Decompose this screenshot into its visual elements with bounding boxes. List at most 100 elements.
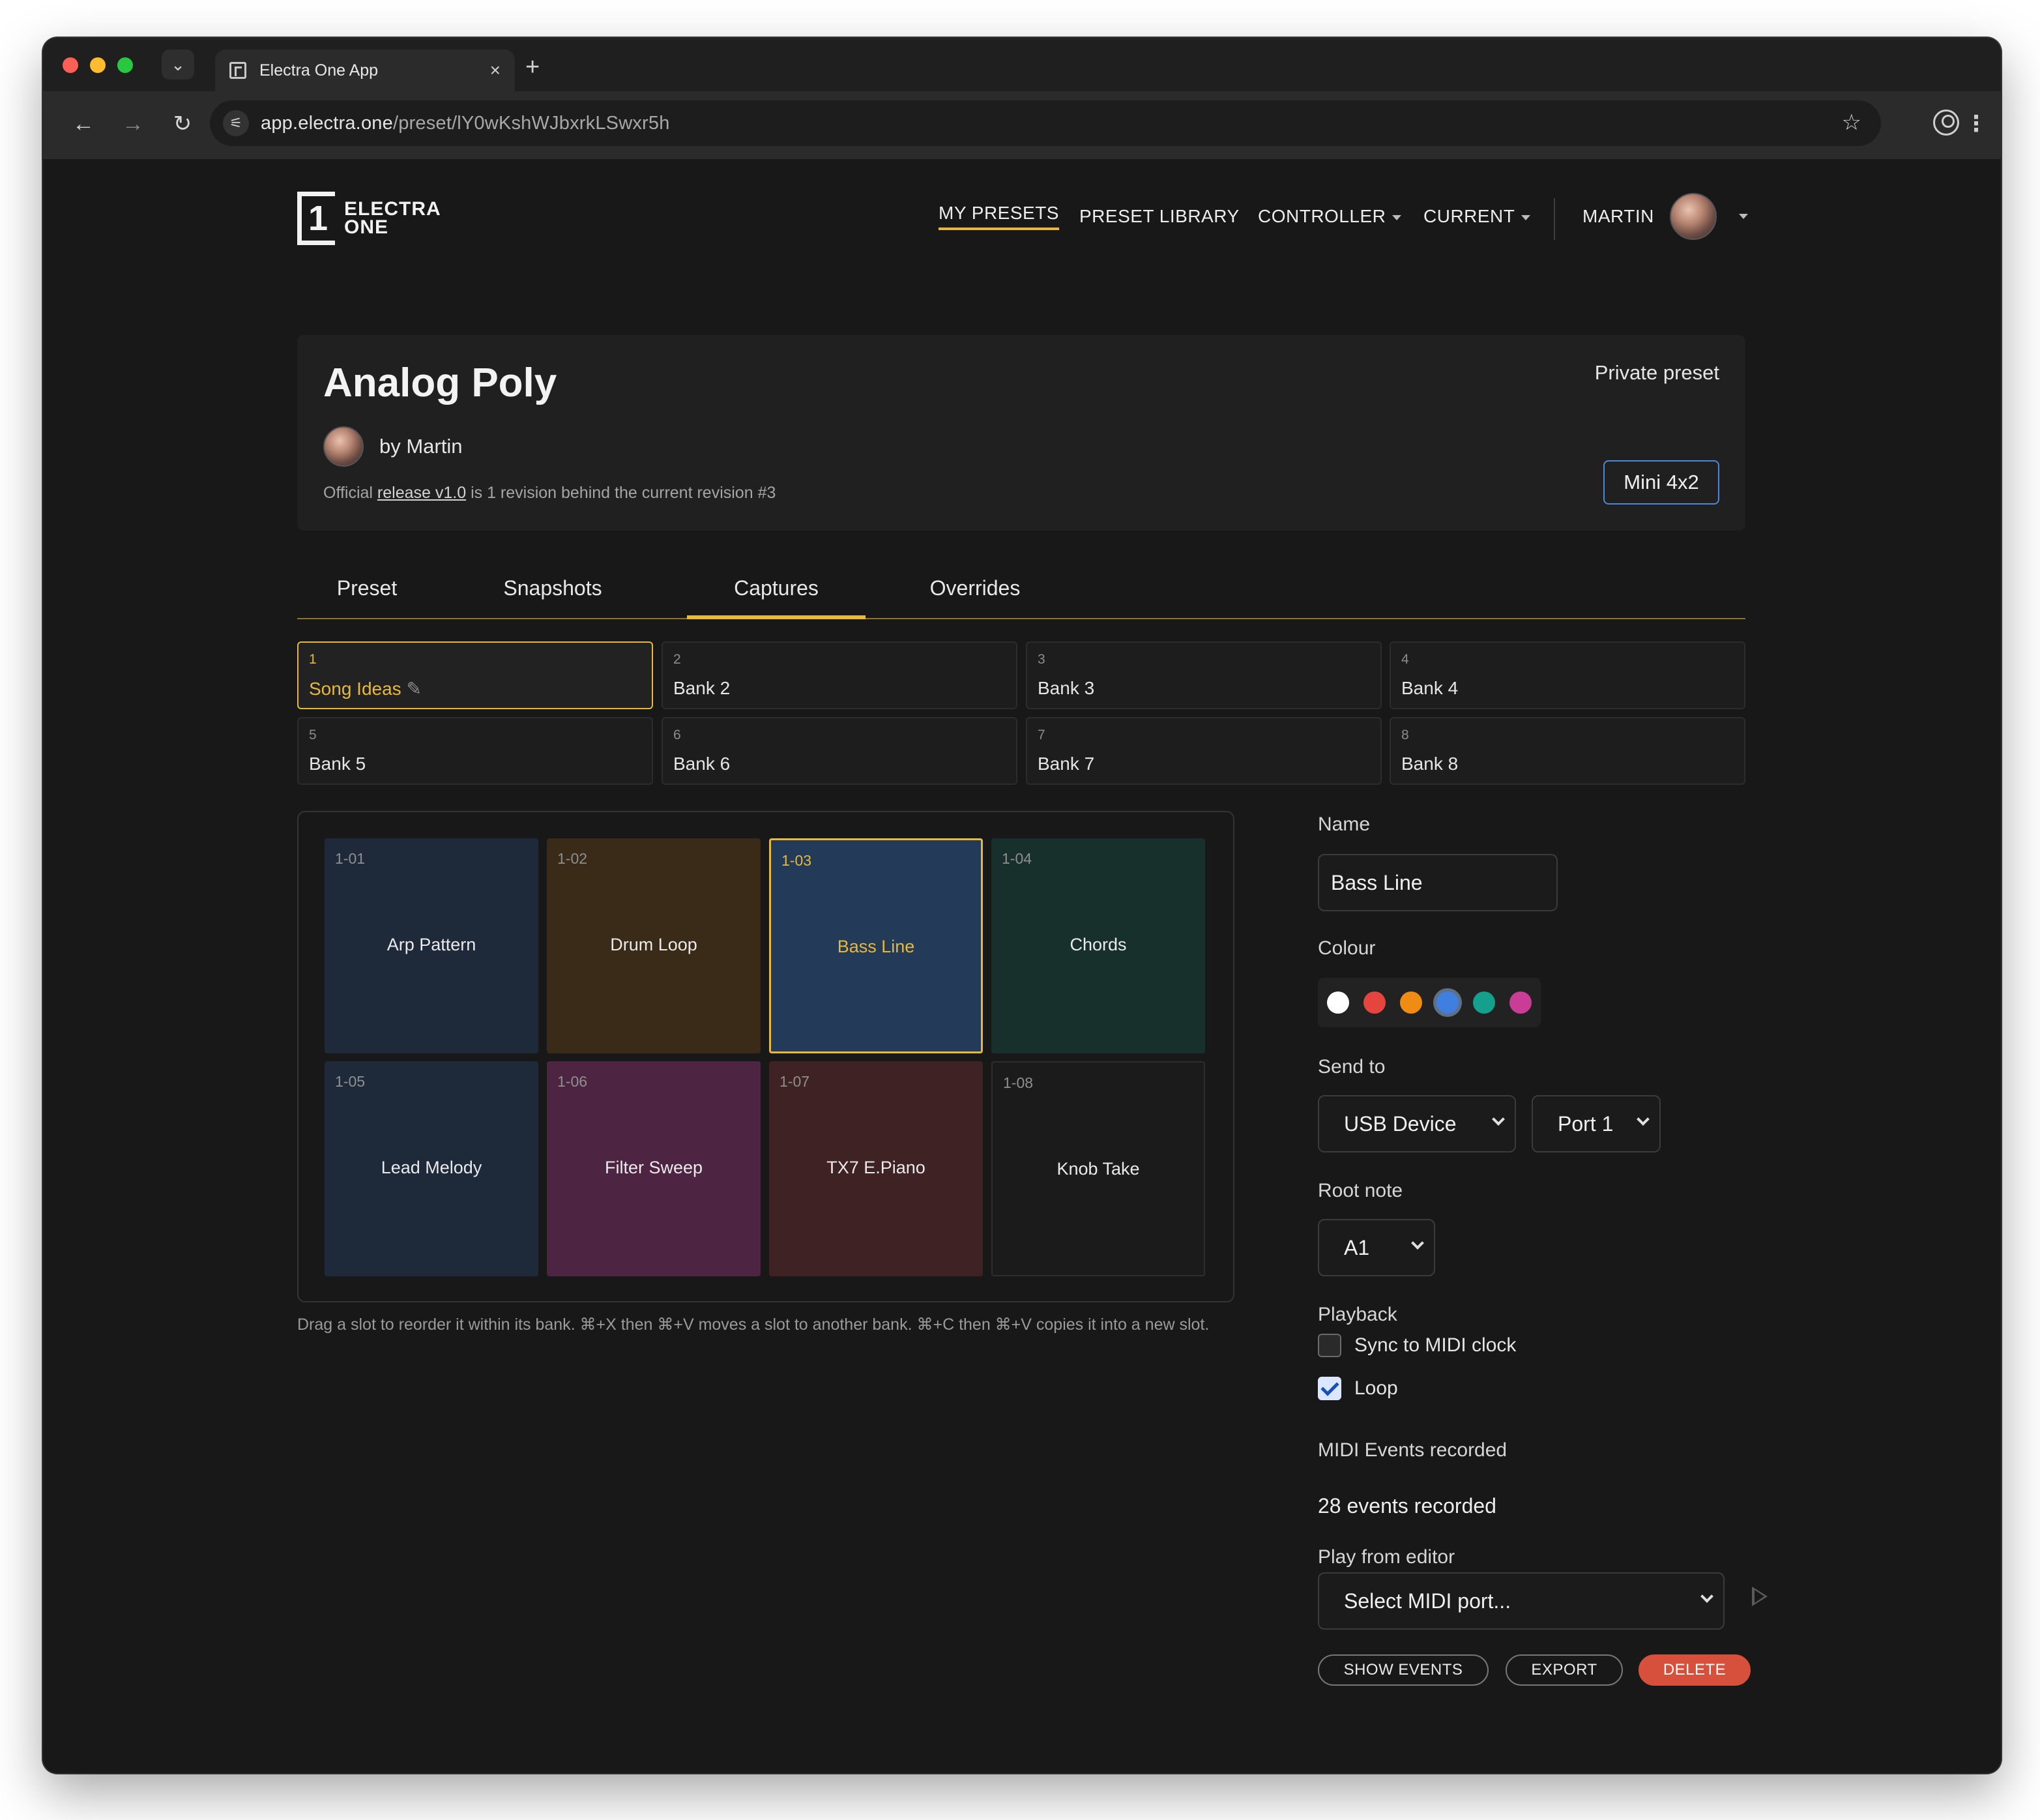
author-line: by Martin	[323, 426, 462, 467]
visibility-label[interactable]: Private preset	[1595, 361, 1719, 385]
browser-window: ⌄ Electra One App × + ← → ↻ ⚟ app.electr…	[43, 38, 2001, 1773]
sync-midi-clock-checkbox[interactable]	[1318, 1334, 1341, 1357]
colour-swatch[interactable]	[1436, 991, 1459, 1014]
browser-toolbar: ← → ↻ ⚟ app.electra.one/preset/lY0wKshWJ…	[43, 91, 2001, 159]
release-link[interactable]: release v1.0	[377, 484, 466, 502]
browser-tab[interactable]: Electra One App ×	[215, 50, 515, 91]
nav-divider	[1554, 198, 1555, 240]
delete-button[interactable]: DELETE	[1639, 1654, 1751, 1686]
minimize-window-button[interactable]	[90, 57, 106, 73]
tab-search-icon[interactable]: ⌄	[162, 50, 194, 80]
app-content: ELECTRA ONE MY PRESETS PRESET LIBRARY CO…	[43, 159, 2001, 1773]
electra-one-logo[interactable]: ELECTRA ONE	[297, 192, 441, 245]
chevron-down-icon	[1392, 214, 1402, 220]
favicon-icon	[229, 62, 246, 79]
address-bar[interactable]: ⚟ app.electra.one/preset/lY0wKshWJbxrkLS…	[210, 100, 1881, 146]
colour-swatch[interactable]	[1473, 991, 1495, 1014]
author-avatar	[323, 426, 364, 467]
user-name[interactable]: MARTIN	[1582, 206, 1654, 227]
play-from-editor-label: Play from editor	[1318, 1546, 1455, 1568]
root-note-label: Root note	[1318, 1180, 1403, 1201]
bank-7[interactable]: 7 Bank 7	[1026, 717, 1382, 785]
capture-slot[interactable]: 1-08 Knob Take	[991, 1061, 1205, 1276]
colour-swatch[interactable]	[1509, 991, 1532, 1014]
nav-current[interactable]: CURRENT	[1423, 206, 1531, 227]
root-note-select[interactable]: A1	[1318, 1219, 1435, 1276]
url-text: app.electra.one/preset/lY0wKshWJbxrkLSwx…	[261, 112, 670, 134]
colour-picker	[1318, 978, 1541, 1027]
user-menu-chevron-icon[interactable]	[1739, 214, 1748, 219]
colour-swatch[interactable]	[1400, 991, 1422, 1014]
events-count: 28 events recorded	[1318, 1494, 1496, 1518]
chevron-down-icon	[1521, 214, 1531, 220]
colour-label: Colour	[1318, 937, 1376, 959]
bank-8[interactable]: 8 Bank 8	[1390, 717, 1745, 785]
logo-text: ELECTRA ONE	[344, 198, 441, 238]
tab-overrides[interactable]: Overrides	[903, 576, 1047, 619]
tab-preset[interactable]: Preset	[321, 576, 413, 619]
bank-3[interactable]: 3 Bank 3	[1026, 641, 1382, 709]
midi-port-select[interactable]: Select MIDI port...	[1318, 1572, 1725, 1630]
name-label: Name	[1318, 814, 1371, 835]
midi-events-label: MIDI Events recorded	[1318, 1439, 1508, 1461]
close-window-button[interactable]	[63, 57, 78, 73]
capture-slot[interactable]: 1-02 Drum Loop	[547, 838, 761, 1053]
loop-row[interactable]: Loop	[1318, 1377, 1398, 1400]
browser-menu-icon[interactable]: ⋮	[1957, 106, 1996, 142]
logo-mark-icon	[297, 192, 335, 245]
chevron-down-icon	[1700, 1590, 1713, 1603]
loop-checkbox[interactable]	[1318, 1377, 1341, 1400]
capture-slot[interactable]: 1-07 TX7 E.Piano	[769, 1061, 983, 1276]
capture-slot[interactable]: 1-06 Filter Sweep	[547, 1061, 761, 1276]
bank-1[interactable]: 1 Song Ideas ✎	[297, 641, 653, 709]
preset-tabs: Preset Snapshots Captures Overrides	[297, 576, 1745, 619]
edit-pencil-icon[interactable]: ✎	[406, 679, 421, 699]
tab-strip: ⌄ Electra One App × +	[43, 38, 2001, 91]
preset-title: Analog Poly	[323, 360, 557, 405]
bank-6[interactable]: 6 Bank 6	[662, 717, 1017, 785]
playback-label: Playback	[1318, 1304, 1397, 1325]
new-tab-icon[interactable]: +	[525, 53, 540, 81]
export-button[interactable]: EXPORT	[1506, 1654, 1623, 1686]
preset-header: Analog Poly by Martin Official release v…	[297, 335, 1745, 531]
user-avatar[interactable]	[1670, 193, 1717, 240]
tab-title: Electra One App	[259, 61, 379, 80]
forward-arrow-icon[interactable]: →	[115, 106, 151, 142]
chevron-down-icon	[1492, 1113, 1505, 1126]
release-note: Official release v1.0 is 1 revision behi…	[323, 484, 776, 502]
capture-slot-grid: 1-01 Arp Pattern 1-02 Drum Loop 1-03 Bass L…	[297, 811, 1234, 1302]
tab-snapshots[interactable]: Snapshots	[489, 576, 617, 619]
colour-swatch[interactable]	[1327, 991, 1349, 1014]
site-settings-icon[interactable]: ⚟	[223, 110, 249, 136]
capture-slot[interactable]: 1-05 Lead Melody	[325, 1061, 538, 1276]
tab-captures[interactable]: Captures	[687, 576, 866, 619]
nav-preset-library[interactable]: PRESET LIBRARY	[1079, 206, 1240, 227]
reorder-hint: Drag a slot to reorder it within its ban…	[297, 1315, 1210, 1334]
play-icon[interactable]	[1752, 1587, 1768, 1606]
colour-swatch[interactable]	[1363, 991, 1386, 1014]
nav-my-presets[interactable]: MY PRESETS	[939, 203, 1059, 230]
author-name: by Martin	[379, 435, 463, 458]
send-device-select[interactable]: USB Device	[1318, 1095, 1516, 1152]
capture-slot-selected[interactable]: 1-03 Bass Line	[769, 838, 983, 1053]
chevron-down-icon	[1411, 1237, 1424, 1250]
capture-name-input[interactable]: Bass Line	[1318, 854, 1558, 911]
bank-5[interactable]: 5 Bank 5	[297, 717, 653, 785]
profile-icon[interactable]	[1933, 110, 1959, 136]
bank-2[interactable]: 2 Bank 2	[662, 641, 1017, 709]
send-port-select[interactable]: Port 1	[1532, 1095, 1661, 1152]
back-arrow-icon[interactable]: ←	[65, 106, 102, 142]
bank-4[interactable]: 4 Bank 4	[1390, 641, 1745, 709]
sync-midi-clock-row[interactable]: Sync to MIDI clock	[1318, 1334, 1516, 1357]
chevron-down-icon	[1637, 1113, 1650, 1126]
device-badge[interactable]: Mini 4x2	[1603, 460, 1719, 505]
nav-controller[interactable]: CONTROLLER	[1258, 206, 1402, 227]
send-to-label: Send to	[1318, 1056, 1386, 1078]
bookmark-star-icon[interactable]: ☆	[1842, 110, 1861, 136]
close-tab-icon[interactable]: ×	[490, 60, 501, 81]
capture-slot[interactable]: 1-01 Arp Pattern	[325, 838, 538, 1053]
maximize-window-button[interactable]	[117, 57, 133, 73]
capture-slot[interactable]: 1-04 Chords	[991, 838, 1205, 1053]
show-events-button[interactable]: SHOW EVENTS	[1318, 1654, 1489, 1686]
reload-icon[interactable]: ↻	[164, 106, 201, 142]
